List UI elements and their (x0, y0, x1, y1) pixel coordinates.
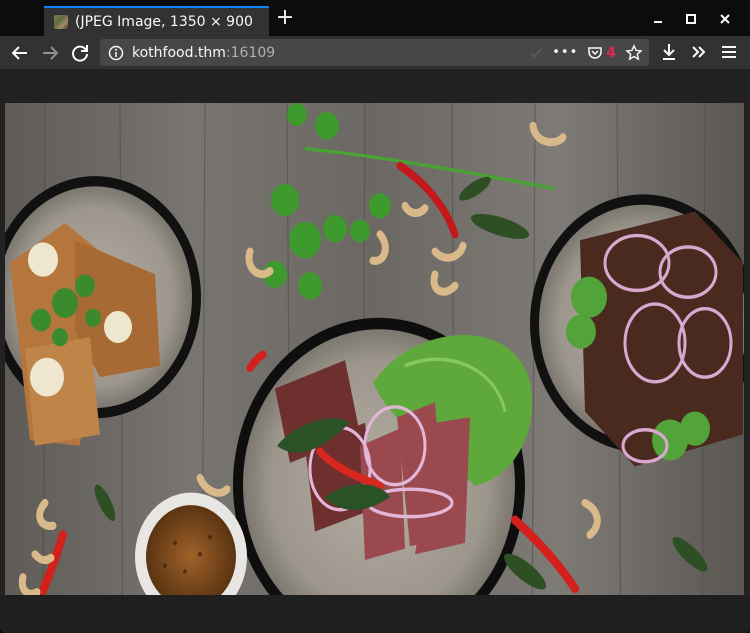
bottom-background (0, 595, 750, 633)
page-actions: ••• 4 (529, 39, 643, 66)
tracking-protection-badge[interactable]: 4 (606, 45, 616, 61)
checkmark-icon (530, 47, 542, 58)
tab-title: (JPEG Image, 1350 × 900 (75, 14, 253, 30)
site-info-icon[interactable] (108, 45, 124, 61)
bookmark-star-icon[interactable] (625, 43, 643, 62)
minimize-icon[interactable] (650, 10, 668, 28)
url-text[interactable]: kothfood.thm:16109 (132, 45, 275, 61)
image-favicon-icon (54, 15, 68, 29)
reload-icon[interactable] (68, 41, 92, 65)
overflow-chevrons-icon[interactable] (688, 41, 710, 63)
tab-strip: (JPEG Image, 1350 × 900 + (0, 0, 750, 36)
browser-window: (JPEG Image, 1350 × 900 + kothfood.thm:1… (0, 0, 750, 633)
back-arrow-icon[interactable] (8, 41, 32, 65)
page-content (0, 69, 750, 633)
navigation-toolbar: kothfood.thm:16109 ••• 4 (0, 36, 750, 69)
new-tab-button[interactable]: + (274, 7, 296, 30)
url-port: :16109 (225, 44, 276, 61)
page-actions-menu-button[interactable]: ••• (552, 45, 578, 60)
pocket-icon[interactable] (587, 45, 603, 61)
download-icon[interactable] (658, 41, 680, 63)
forward-arrow-icon[interactable] (38, 41, 62, 65)
food-photo[interactable] (5, 103, 744, 633)
url-host: kothfood.thm (132, 44, 226, 61)
tab-jpeg-image[interactable]: (JPEG Image, 1350 × 900 (44, 6, 269, 36)
close-window-icon[interactable] (717, 10, 735, 28)
hamburger-menu-icon[interactable] (718, 41, 740, 63)
address-bar[interactable]: kothfood.thm:16109 ••• 4 (100, 39, 649, 66)
maximize-icon[interactable] (683, 10, 701, 28)
